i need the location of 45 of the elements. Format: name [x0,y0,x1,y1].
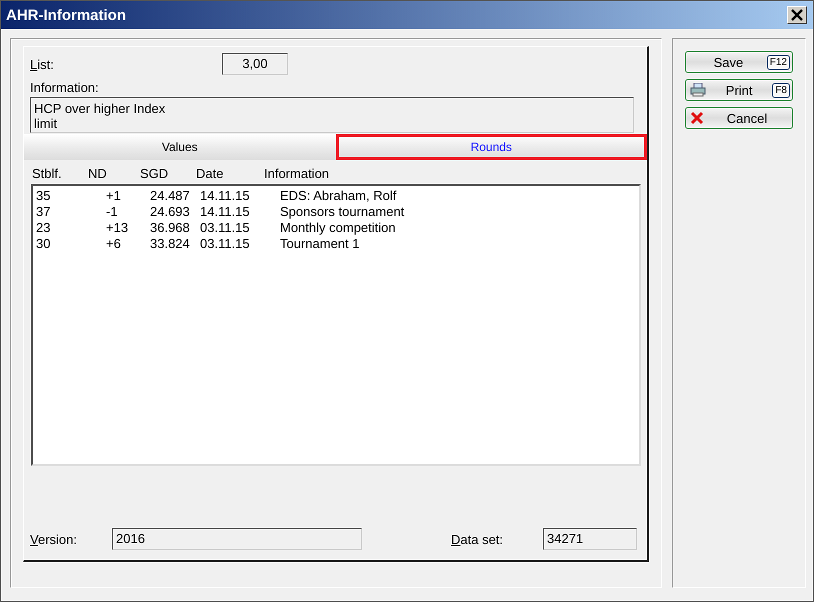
column-header: Stblf. [32,166,63,183]
table-cell-text: 33.824 [149,236,191,252]
shortcut-key: F12 [766,54,790,70]
close-button[interactable] [787,6,807,24]
table-cell-text: EDS: Abraham, Rolf [279,188,398,204]
table-cell-text: 24.487 [149,188,191,204]
data-set-field[interactable]: 34271 [543,528,637,550]
table-cell-text: 35 [36,188,52,204]
column-header: ND [88,166,108,183]
printer-icon [690,83,706,97]
table-cell-text: Sponsors tournament [279,204,406,220]
action-button[interactable]: Cancel [685,107,793,129]
action-button[interactable]: Print F8 [685,79,793,101]
version-label: Version: [30,532,78,546]
table-cell-text: 37 [36,204,52,220]
column-header: SGD [140,166,170,183]
table-cell-text: 30 [36,236,52,252]
table-cell-text: 36.968 [149,220,191,236]
table-cell-text: 03.11.15 [200,220,251,236]
list-label: List: [30,56,55,72]
tab[interactable]: Values [24,134,336,160]
version-field[interactable]: 2016 [112,528,362,550]
table-cell-text: +13 [105,220,130,236]
table-cell-text: 14.11.15 [200,188,251,204]
table-cell-text: -1 [105,204,119,220]
window-title: AHR-Information [6,6,126,24]
shortcut-key: F8 [772,82,790,98]
table-cell-text: 23 [36,220,52,236]
table-cell-text: +6 [105,236,122,252]
table-cell-text: 14.11.15 [200,204,251,220]
table-cell-text: Tournament 1 [279,236,360,252]
column-header: Date [196,166,224,183]
list-field[interactable]: 3,00 [222,53,288,75]
table-cell-text: +1 [105,188,122,204]
data-set-label: Data set: [451,532,504,546]
information-field[interactable]: HCP over higher Index limit [30,97,634,133]
table-cell-text: 24.693 [149,204,191,220]
column-header: Information [264,166,330,183]
cross-icon [690,111,704,125]
information-label: Information: [30,80,99,95]
close-icon [791,9,803,21]
action-button[interactable]: Save F12 [685,51,793,73]
tab[interactable]: Rounds [336,134,647,160]
table-cell-text: 03.11.15 [200,236,251,252]
table-cell-text: Monthly competition [279,220,397,236]
